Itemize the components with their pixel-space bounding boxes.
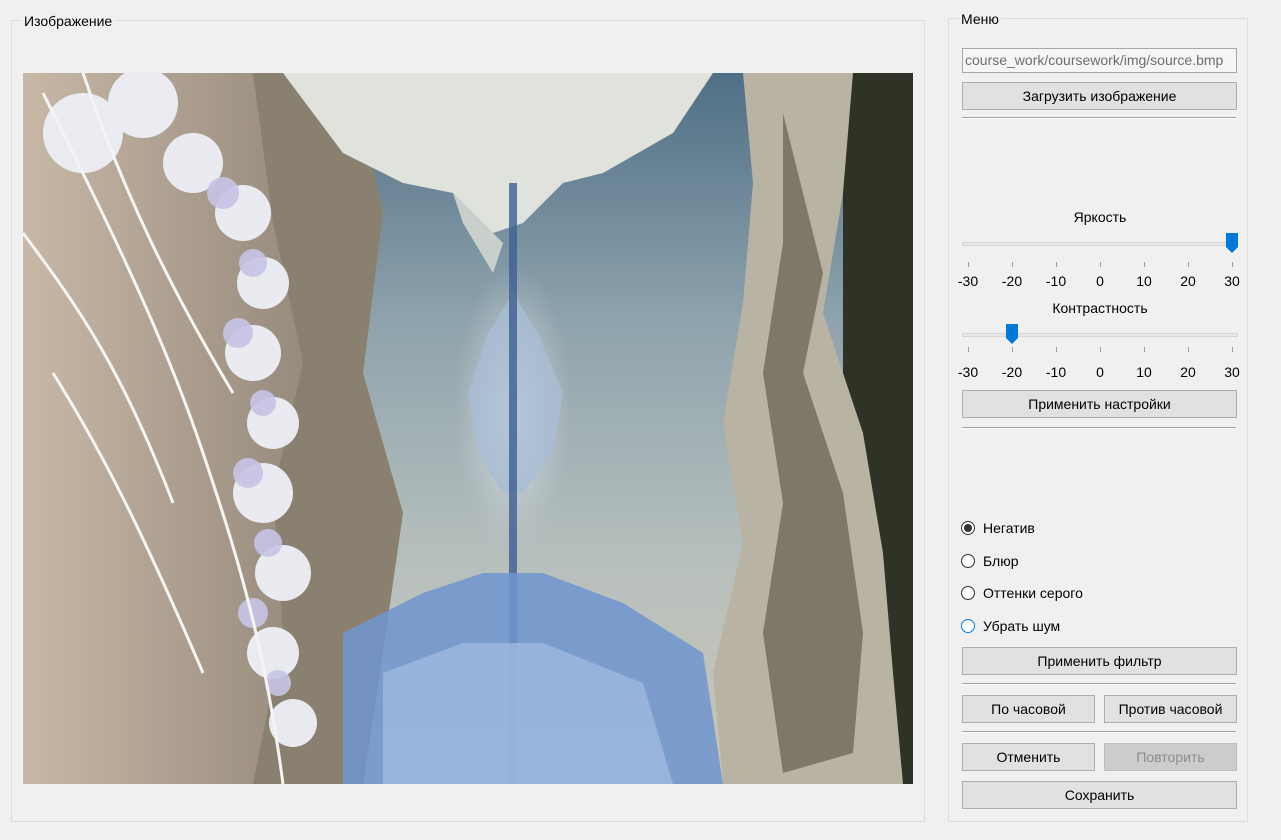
filter-option-label: Блюр [983,553,1019,569]
contrast-slider-thumb[interactable] [1006,324,1018,344]
brightness-tick [1232,262,1233,267]
brightness-slider-track[interactable] [962,242,1238,246]
brightness-tick [1144,262,1145,267]
file-path-value: course_work/coursework/img/source.bmp [965,52,1224,68]
radio-button[interactable] [961,619,975,633]
contrast-tick [1100,347,1101,352]
filter-option-grayscale[interactable]: Оттенки серого [961,583,1083,603]
brightness-tick [1056,262,1057,267]
contrast-tick-label: -10 [1045,364,1067,380]
contrast-ticks [962,347,1238,353]
contrast-tick-label: -20 [1001,364,1023,380]
file-path-field[interactable]: course_work/coursework/img/source.bmp [962,48,1237,73]
rotate-counterclockwise-button[interactable]: Против часовой [1104,695,1237,723]
filter-option-label: Негатив [983,520,1035,536]
filter-option-label: Оттенки серого [983,585,1083,601]
contrast-tick-label: 10 [1136,364,1152,380]
brightness-tick-label: 20 [1180,273,1196,289]
brightness-tick-label: 30 [1224,273,1240,289]
filter-option-blur[interactable]: Блюр [961,551,1019,571]
brightness-tick-label: -20 [1001,273,1023,289]
apply-filter-button[interactable]: Применить фильтр [962,647,1237,675]
filter-option-denoise[interactable]: Убрать шум [961,616,1060,636]
radio-button[interactable] [961,554,975,568]
contrast-tick [1056,347,1057,352]
brightness-tick-label: -30 [957,273,979,289]
separator [962,427,1236,429]
brightness-label: Яркость [1073,209,1127,225]
image-groupbox-title: Изображение [22,12,115,30]
contrast-tick-label: 0 [1096,364,1104,380]
brightness-tick [1012,262,1013,267]
contrast-tick-label: 30 [1224,364,1240,380]
undo-button[interactable]: Отменить [962,743,1095,771]
filter-option-label: Убрать шум [983,618,1061,634]
menu-groupbox: Меню course_work/coursework/img/source.b… [948,10,1248,822]
contrast-tick [1012,347,1013,352]
radio-button[interactable] [961,521,975,535]
brightness-tick [1188,262,1189,267]
menu-groupbox-title: Меню [959,10,1001,28]
image-preview [23,73,913,784]
rotate-clockwise-button[interactable]: По часовой [962,695,1095,723]
contrast-tick [1144,347,1145,352]
redo-button: Повторить [1104,743,1237,771]
contrast-tick-label: -30 [957,364,979,380]
brightness-tick-label: 0 [1096,273,1104,289]
contrast-label: Контрастность [1052,300,1148,316]
brightness-tick-label: -10 [1045,273,1067,289]
brightness-ticks [962,262,1238,268]
image-groupbox: Изображение [11,12,925,822]
separator [962,683,1236,685]
brightness-tick-label: 10 [1136,273,1152,289]
brightness-tick [968,262,969,267]
apply-settings-button[interactable]: Применить настройки [962,390,1237,418]
radio-button[interactable] [961,586,975,600]
contrast-tick-label: 20 [1180,364,1196,380]
preview-image [23,73,913,784]
save-button[interactable]: Сохранить [962,781,1237,809]
brightness-slider-thumb[interactable] [1226,233,1238,253]
brightness-tick [1100,262,1101,267]
contrast-tick [1188,347,1189,352]
contrast-slider-track[interactable] [962,333,1238,337]
contrast-tick [1232,347,1233,352]
load-image-button[interactable]: Загрузить изображение [962,82,1237,110]
filter-option-negative[interactable]: Негатив [961,518,1035,538]
separator [962,731,1236,733]
separator [962,117,1236,119]
contrast-tick [968,347,969,352]
